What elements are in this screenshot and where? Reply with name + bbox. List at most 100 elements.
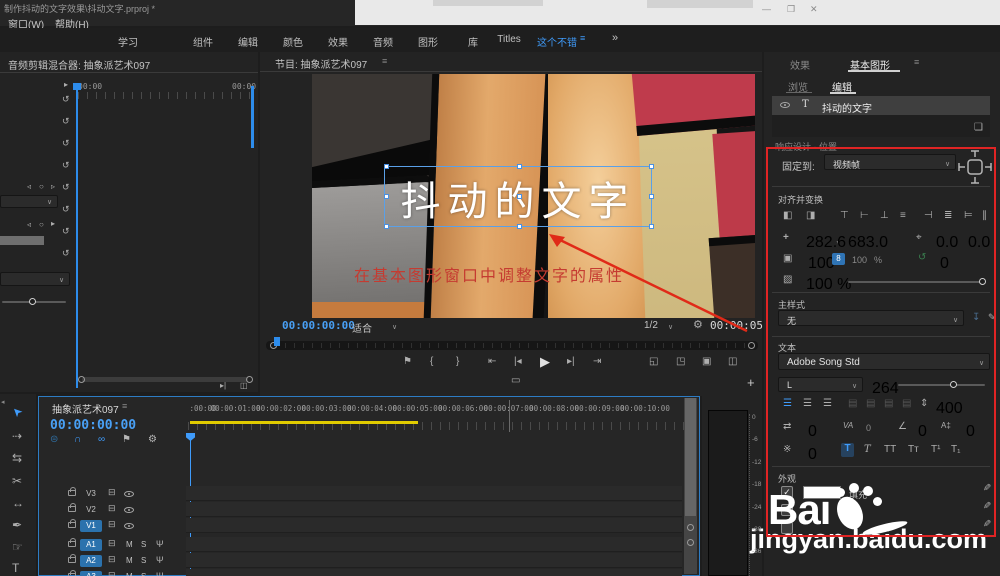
selection-handle[interactable] — [384, 194, 389, 199]
timeline-vscrollbar-thumb[interactable] — [685, 398, 696, 516]
workspace-tab-4[interactable]: 颜色 — [283, 34, 303, 49]
workspace-tab-9[interactable]: Titles — [497, 34, 521, 45]
export-frame-button[interactable]: ▣ — [702, 356, 711, 367]
align-to-video-frame-h-icon[interactable]: ◧ — [783, 210, 792, 221]
automation-reset-icon[interactable]: ↺ — [62, 138, 70, 149]
align-bottom-icon[interactable]: ⊥ — [880, 210, 889, 221]
align-top-icon[interactable]: ⊤ — [840, 210, 849, 221]
compare-view-button[interactable]: ◫ — [728, 356, 737, 367]
razor-tool[interactable]: ✂ — [12, 474, 22, 488]
track-lock-icon[interactable] — [68, 490, 76, 496]
snap-toggle[interactable]: ∩ — [74, 434, 81, 445]
selection-handle[interactable] — [384, 164, 389, 169]
playback-resolution-select[interactable]: 1/2 — [644, 320, 658, 331]
justify-last-right-icon[interactable]: ▤ — [884, 398, 893, 409]
pen-tool[interactable]: ✒ — [12, 518, 22, 532]
distribute-vertical-icon[interactable]: ≡ — [900, 210, 906, 221]
tab-effects[interactable]: 效果 — [790, 57, 810, 72]
mixer-playhead-head[interactable] — [73, 83, 81, 90]
program-panel-title[interactable]: 节目: 抽象派艺术097 — [275, 56, 367, 71]
zoom-handle[interactable] — [687, 539, 694, 546]
track-badge-a3[interactable]: A3 — [80, 571, 102, 576]
kf-next-icon[interactable]: ▹ — [51, 182, 55, 191]
align-left-icon[interactable]: ⊣ — [924, 210, 933, 221]
go-to-in-button[interactable]: ⇤ — [488, 356, 496, 367]
extract-button[interactable]: ◳ — [676, 356, 685, 367]
workspace-tab-8[interactable]: 库 — [468, 34, 478, 49]
selection-handle[interactable] — [384, 224, 389, 229]
workspace-tab-6[interactable]: 音频 — [373, 34, 393, 49]
workspace-tab-2[interactable]: 组件 — [193, 34, 213, 49]
panel-collapse-icon[interactable]: ◂ — [1, 398, 5, 406]
distribute-horizontal-icon[interactable]: ∥ — [982, 210, 987, 221]
automation-reset-icon[interactable]: ↺ — [62, 182, 70, 193]
type-tool[interactable]: T — [12, 561, 19, 575]
selection-handle[interactable] — [649, 194, 654, 199]
track-output-eye-icon[interactable] — [124, 523, 134, 529]
zoom-level-select[interactable]: 适合 — [352, 320, 372, 335]
sync-lock-icon[interactable]: ⊟ — [108, 570, 116, 576]
track-output-eye-icon[interactable] — [124, 491, 134, 497]
automation-reset-icon[interactable]: ↺ — [62, 248, 70, 259]
monitor-playhead[interactable] — [274, 337, 280, 346]
align-to-video-frame-v-icon[interactable]: ◨ — [806, 210, 815, 221]
sync-lock-icon[interactable]: ⊟ — [108, 554, 116, 565]
solo-button[interactable]: S — [141, 540, 146, 549]
step-back-button[interactable]: |◂ — [514, 356, 522, 367]
workspace-overflow-chevron[interactable]: » — [612, 32, 618, 44]
selection-handle[interactable] — [517, 164, 522, 169]
track-lock-icon[interactable] — [68, 506, 76, 512]
kf-dot-icon[interactable]: ○ — [39, 220, 44, 229]
voiceover-record-mic-icon[interactable]: Ψ — [156, 571, 164, 576]
slip-tool[interactable]: ↔ — [12, 496, 24, 510]
timeline-lane[interactable] — [186, 553, 682, 568]
minimize-button[interactable]: — — [762, 4, 771, 14]
automation-reset-icon[interactable]: ↺ — [62, 226, 70, 237]
hand-tool[interactable]: ☞ — [12, 540, 23, 554]
kf-prev-icon[interactable]: ◃ — [27, 220, 31, 229]
track-lock-icon[interactable] — [68, 541, 76, 547]
automation-reset-icon[interactable]: ↺ — [62, 94, 70, 105]
selection-handle[interactable] — [517, 194, 522, 199]
automation-reset-icon[interactable]: ↺ — [62, 204, 70, 215]
track-lock-icon[interactable] — [68, 522, 76, 528]
panel-menu-icon[interactable]: ≡ — [122, 401, 127, 411]
mark-out-button[interactable]: } — [456, 356, 459, 367]
ripple-edit-tool[interactable]: ⇆ — [12, 451, 22, 465]
mixer-play-icon[interactable]: ▸ — [64, 80, 68, 89]
workspace-tab-3[interactable]: 编辑 — [238, 34, 258, 49]
kf-prev-icon[interactable]: ◃ — [27, 182, 31, 191]
layer-list-empty[interactable] — [772, 115, 990, 137]
workspace-tab-menu-icon[interactable]: ≡ — [580, 33, 585, 43]
scrubber-handle-right[interactable] — [748, 342, 755, 349]
nest-sequence-toggle[interactable]: ⊜ — [50, 434, 58, 445]
timeline-lane[interactable] — [186, 518, 682, 533]
lift-button[interactable]: ◱ — [649, 356, 658, 367]
track-badge-a1[interactable]: A1 — [80, 539, 102, 551]
text-align-right-icon[interactable]: ☰ — [823, 398, 832, 409]
track-lock-icon[interactable] — [68, 557, 76, 563]
step-forward-button[interactable]: ▸| — [567, 356, 575, 367]
restore-button[interactable]: ❐ — [787, 4, 795, 15]
sync-lock-icon[interactable]: ⊟ — [108, 503, 116, 514]
sync-lock-icon[interactable]: ⊟ — [108, 519, 116, 530]
automation-reset-icon[interactable]: ↺ — [62, 116, 70, 127]
close-button[interactable]: ✕ — [810, 4, 818, 15]
monitor-settings-wrench-icon[interactable]: ⚙ — [693, 318, 703, 331]
add-marker-button[interactable]: ⚑ — [122, 434, 131, 445]
mixer-slider-knob[interactable] — [29, 298, 36, 305]
add-button[interactable]: + — [747, 375, 755, 390]
play-button[interactable]: ▶ — [540, 354, 550, 370]
track-select-tool[interactable]: ⇢ — [12, 429, 22, 443]
workspace-tab-7[interactable]: 图形 — [418, 34, 438, 49]
solo-button[interactable]: S — [141, 572, 146, 576]
timeline-lane[interactable] — [186, 486, 682, 501]
sync-lock-icon[interactable]: ⊟ — [108, 538, 116, 549]
add-marker-button[interactable]: ⚑ — [403, 356, 412, 367]
panel-menu-icon[interactable]: ≡ — [382, 56, 387, 66]
sync-lock-icon[interactable]: ⊟ — [108, 487, 116, 498]
timeline-timecode[interactable]: 00:00:00:00 — [50, 418, 136, 433]
track-badge-v1[interactable]: V1 — [80, 520, 102, 532]
text-align-left-icon[interactable]: ☰ — [783, 398, 792, 409]
track-badge-v3[interactable]: V3 — [80, 488, 102, 500]
